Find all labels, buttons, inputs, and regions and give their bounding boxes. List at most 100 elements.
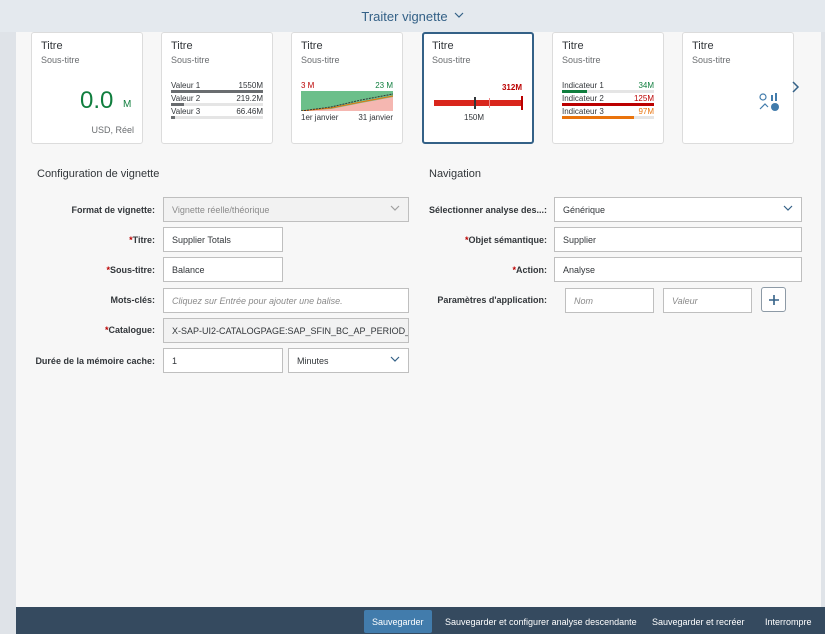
row-value: 219.2M xyxy=(236,94,263,103)
keywords-placeholder: Cliquez sur Entrée pour ajouter une bali… xyxy=(172,295,343,306)
comparison-row: Valeur 3 66.46M xyxy=(171,107,263,119)
param-value-input[interactable]: Valeur xyxy=(663,288,752,313)
format-value: Vignette réelle/théorique xyxy=(172,204,270,215)
row-bar xyxy=(562,103,654,106)
row-label: Indicateur 3 xyxy=(562,107,604,116)
titre-label: *Titre: xyxy=(129,235,155,245)
object-label: *Objet sémantique: xyxy=(464,235,547,245)
action-input[interactable]: Analyse xyxy=(554,257,802,282)
dialog-title-bar: Traiter vignette xyxy=(0,0,825,32)
catalogue-label: *Catalogue: xyxy=(104,325,155,335)
analysis-value: Générique xyxy=(563,204,606,215)
area-start-label: 1er janvier xyxy=(301,113,339,122)
action-label-text: Action: xyxy=(516,265,547,275)
tile-subtitle: Sous-titre xyxy=(41,55,80,65)
chevron-down-icon[interactable] xyxy=(454,10,464,22)
soustitre-value: Balance xyxy=(172,264,205,275)
navigation-section-title: Navigation xyxy=(429,168,481,180)
row-bar-fill xyxy=(562,90,587,93)
area-chart-graphic xyxy=(301,91,393,111)
tile-area-chart[interactable]: Titre Sous-titre 3 M 23 M 1er janvier 31… xyxy=(291,32,403,144)
area-max-label: 23 M xyxy=(375,81,393,90)
save-configure-button[interactable]: Sauvegarder et configurer analyse descen… xyxy=(437,610,645,633)
area-min-label: 3 M xyxy=(301,81,315,90)
keywords-label: Mots-clés: xyxy=(110,295,155,305)
cache-label: Durée de la mémoire cache: xyxy=(35,356,155,366)
tile-indicators[interactable]: Titre Sous-titre Indicateur 1 34M Indica… xyxy=(552,32,664,144)
row-bar-fill xyxy=(171,90,263,93)
area-end-label: 31 janvier xyxy=(358,113,393,122)
cache-input[interactable]: 1 xyxy=(163,348,283,373)
keywords-input[interactable]: Cliquez sur Entrée pour ajouter une bali… xyxy=(163,288,409,313)
catalogue-label-text: Catalogue: xyxy=(108,325,155,335)
config-section-title: Configuration de vignette xyxy=(37,168,160,180)
format-label: Format de vignette: xyxy=(71,205,155,215)
row-value: 66.46M xyxy=(236,107,263,116)
comparison-row: Valeur 2 219.2M xyxy=(171,94,263,106)
tile-subtitle: Sous-titre xyxy=(171,55,210,65)
cancel-button[interactable]: Interrompre xyxy=(757,610,820,633)
tile-title: Titre xyxy=(692,40,714,52)
bullet-chart-graphic xyxy=(434,96,523,110)
cache-unit-select[interactable]: Minutes xyxy=(288,348,409,373)
cache-value: 1 xyxy=(172,355,178,366)
object-input[interactable]: Supplier xyxy=(554,227,802,252)
save-button[interactable]: Sauvegarder xyxy=(364,610,432,633)
action-label: *Action: xyxy=(512,265,547,275)
chevron-down-icon xyxy=(390,355,400,366)
tile-title: Titre xyxy=(41,40,63,52)
analysis-label: Sélectionner analyse des...: xyxy=(428,205,547,215)
param-name-placeholder: Nom xyxy=(574,295,594,306)
object-label-text: Objet sémantique: xyxy=(468,235,547,245)
row-value: 1550M xyxy=(238,81,263,90)
chevron-down-icon xyxy=(783,204,793,215)
tile-title: Titre xyxy=(171,40,193,52)
tile-subtitle: Sous-titre xyxy=(692,55,731,65)
tile-title: Titre xyxy=(562,40,584,52)
row-label: Valeur 3 xyxy=(171,107,201,116)
bullet-target: 150M xyxy=(464,113,485,122)
comparison-row: Valeur 1 1550M xyxy=(171,81,263,93)
row-bar-fill xyxy=(562,103,654,106)
titre-input[interactable]: Supplier Totals xyxy=(163,227,283,252)
analysis-select[interactable]: Générique xyxy=(554,197,802,222)
scroll-right-icon[interactable] xyxy=(791,80,805,96)
object-value: Supplier xyxy=(563,234,597,245)
row-bar xyxy=(562,116,654,119)
format-select: Vignette réelle/théorique xyxy=(163,197,409,222)
save-recreate-button[interactable]: Sauvegarder et recréer xyxy=(644,610,753,633)
param-name-input[interactable]: Nom xyxy=(565,288,654,313)
catalogue-value: X-SAP-UI2-CATALOGPAGE:SAP_SFIN_BC_AP_PER… xyxy=(172,325,409,336)
tile-subtitle: Sous-titre xyxy=(562,55,601,65)
titre-label-text: Titre: xyxy=(132,235,155,245)
params-label: Paramètres d'application: xyxy=(437,295,547,305)
tile-unit: USD, Réel xyxy=(91,125,134,135)
tile-icon[interactable]: Titre Sous-titre xyxy=(682,32,794,144)
row-label: Indicateur 2 xyxy=(562,94,604,103)
row-bar-fill xyxy=(171,116,175,119)
tile-scale: M xyxy=(123,99,132,110)
tile-gallery: Titre Sous-titre 0.0 M USD, Réel Titre S… xyxy=(16,32,825,150)
main-panel: Titre Sous-titre 0.0 M USD, Réel Titre S… xyxy=(16,32,825,607)
right-edge xyxy=(821,32,825,634)
param-value-placeholder: Valeur xyxy=(672,295,698,306)
add-param-button[interactable] xyxy=(761,287,786,312)
tile-title: Titre xyxy=(432,40,454,52)
row-bar xyxy=(171,90,263,93)
titre-value: Supplier Totals xyxy=(172,234,231,245)
row-bar-fill xyxy=(562,116,634,119)
catalogue-input: X-SAP-UI2-CATALOGPAGE:SAP_SFIN_BC_AP_PER… xyxy=(163,318,409,343)
tile-numeric[interactable]: Titre Sous-titre 0.0 M USD, Réel xyxy=(31,32,143,144)
footer-toolbar: Sauvegarder Sauvegarder et configurer an… xyxy=(16,607,825,634)
row-value: 97M xyxy=(638,107,654,116)
row-bar xyxy=(562,90,654,93)
row-label: Valeur 2 xyxy=(171,94,201,103)
tile-bullet-selected[interactable]: Titre Sous-titre 312M 150M xyxy=(422,32,534,144)
row-label: Valeur 1 xyxy=(171,81,201,90)
cache-unit-value: Minutes xyxy=(297,355,329,366)
tile-comparison[interactable]: Titre Sous-titre Valeur 1 1550M Valeur 2… xyxy=(161,32,273,144)
action-value: Analyse xyxy=(563,264,596,275)
soustitre-label-text: Sous-titre: xyxy=(110,265,155,275)
soustitre-input[interactable]: Balance xyxy=(163,257,283,282)
indicator-row: Indicateur 2 125M xyxy=(562,94,654,106)
